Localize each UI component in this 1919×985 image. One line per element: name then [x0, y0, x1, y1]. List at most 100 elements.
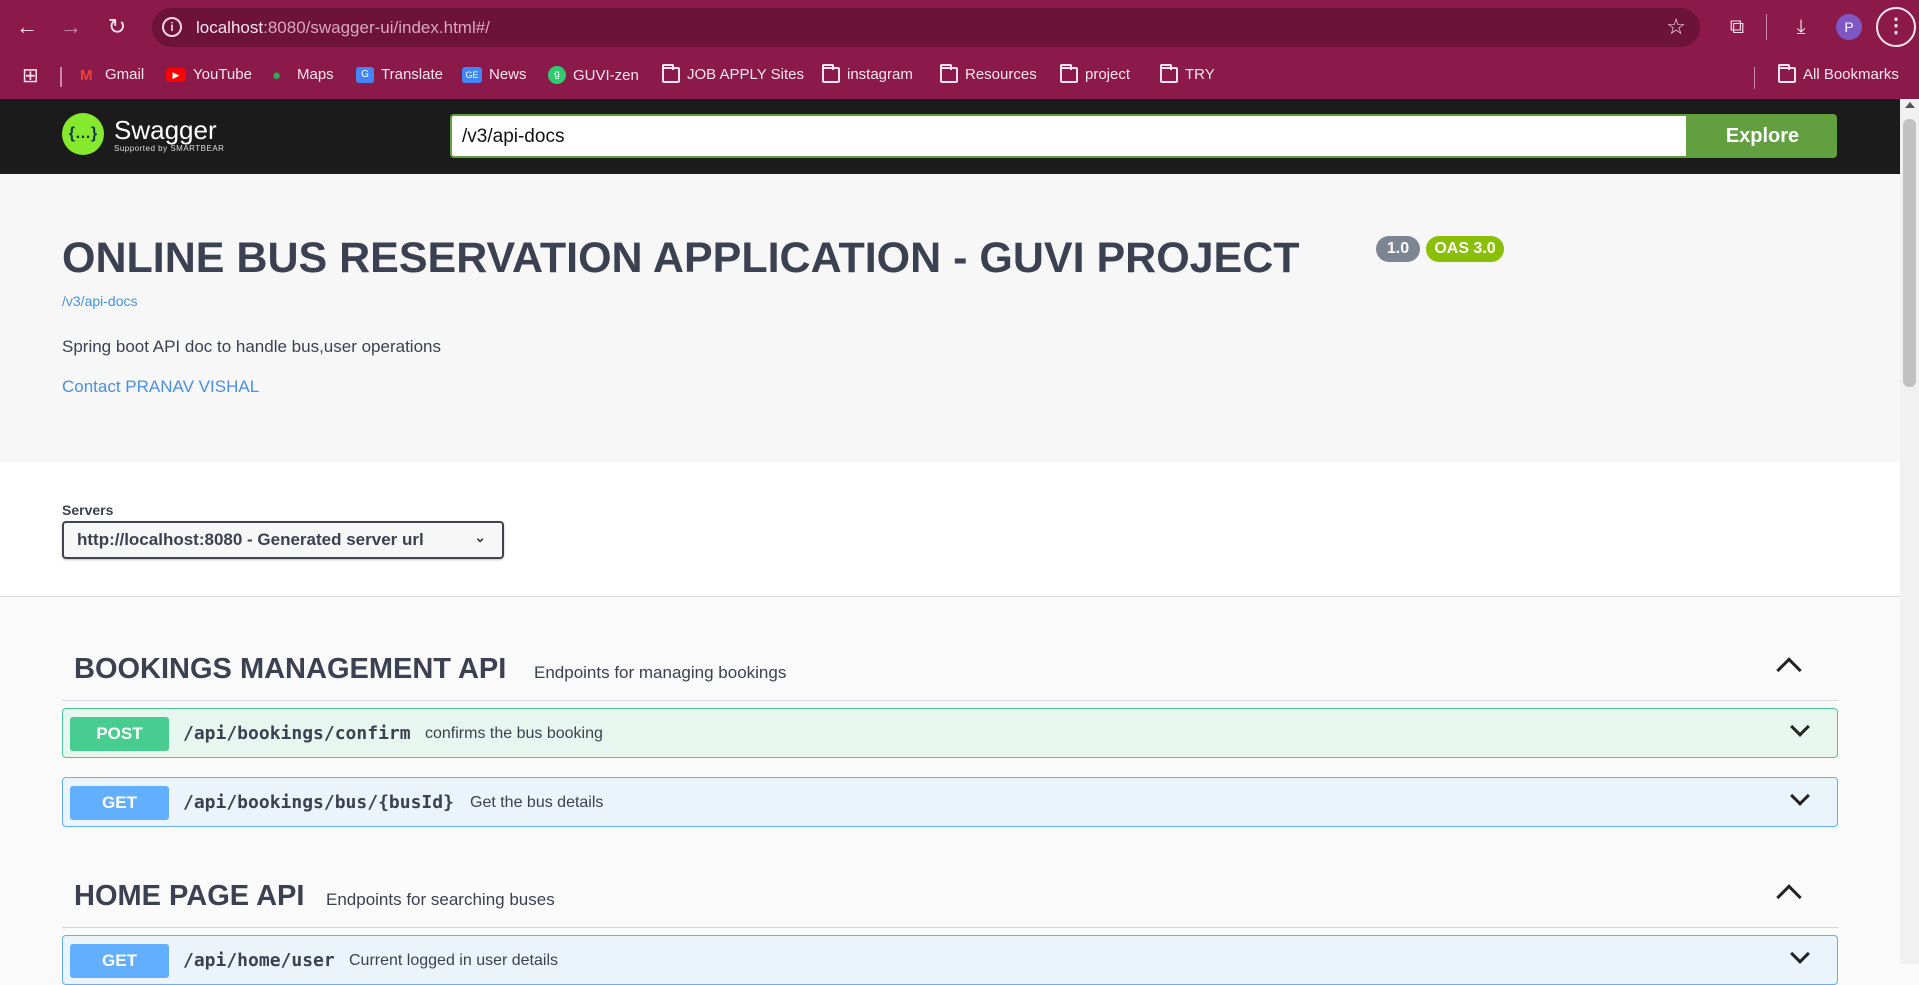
bookmark-translate[interactable]: G Translate: [356, 66, 443, 83]
reload-icon[interactable]: ↻: [102, 12, 132, 42]
tag-name: HOME PAGE API: [74, 880, 305, 912]
page-title: ONLINE BUS RESERVATION APPLICATION - GUV…: [62, 234, 1300, 282]
bookmark-label: Gmail: [105, 66, 145, 83]
method-badge: GET: [70, 944, 169, 978]
bookmark-guvi[interactable]: g GUVI-zen: [548, 66, 639, 84]
operation-path: /api/home/user: [183, 950, 335, 971]
download-icon[interactable]: ⤓: [1786, 12, 1816, 42]
bookmark-label: GUVI-zen: [573, 66, 639, 84]
toolbar-divider: [1766, 14, 1767, 40]
servers-select[interactable]: http://localhost:8080 - Generated server…: [62, 521, 504, 559]
site-info-icon[interactable]: i: [162, 17, 182, 37]
operation-post-confirm[interactable]: POST /api/bookings/confirm confirms the …: [62, 708, 1838, 758]
bookmark-label: instagram: [847, 66, 913, 83]
tag-description: Endpoints for searching buses: [326, 890, 555, 909]
operation-summary: Current logged in user details: [349, 952, 559, 969]
swagger-topbar: {…} Swagger Supported by SMARTBEAR /v3/a…: [0, 99, 1900, 174]
oas-badge: OAS 3.0: [1426, 236, 1504, 262]
bookmark-star-icon[interactable]: ☆: [1666, 14, 1686, 40]
tag-description: Endpoints for managing bookings: [534, 663, 787, 682]
logo-text: Swagger: [114, 114, 217, 145]
back-icon[interactable]: ←: [12, 12, 42, 42]
servers-selected-value: http://localhost:8080 - Generated server…: [77, 530, 424, 549]
folder-icon: [940, 63, 958, 83]
tag-bookings-management[interactable]: BOOKINGS MANAGEMENT API Endpoints for ma…: [62, 637, 1838, 701]
chevron-down-icon[interactable]: [1790, 786, 1810, 806]
bookmark-label: Resources: [965, 66, 1037, 83]
address-bar[interactable]: i localhost:8080/swagger-ui/index.html#/…: [152, 8, 1700, 47]
bookmark-gmail[interactable]: M Gmail: [80, 66, 145, 84]
bookmarks-divider: [60, 67, 62, 87]
servers-label: Servers: [62, 502, 114, 518]
chevron-up-icon[interactable]: [1776, 884, 1802, 910]
bookmarks-bar: ⊞ M Gmail ▶ YouTube ● Maps G Translate GE New…: [0, 55, 1919, 99]
url-text[interactable]: localhost:8080/swagger-ui/index.html#/: [196, 18, 490, 38]
bookmark-youtube[interactable]: ▶ YouTube: [166, 66, 252, 83]
swagger-logo[interactable]: {…} Swagger Supported by SMARTBEAR: [62, 113, 224, 155]
api-info: ONLINE BUS RESERVATION APPLICATION - GUV…: [0, 174, 1900, 462]
operation-summary: Get the bus details: [470, 794, 604, 811]
bookmark-label: News: [489, 66, 527, 83]
browser-menu-icon[interactable]: ⋮: [1876, 7, 1916, 47]
tag-name: BOOKINGS MANAGEMENT API: [74, 653, 507, 685]
logo-subtext: Supported by SMARTBEAR: [114, 143, 225, 153]
bookmark-news[interactable]: GE News: [462, 66, 527, 83]
all-bookmarks-label: All Bookmarks: [1803, 66, 1899, 83]
method-badge: GET: [70, 786, 169, 820]
url-path: :8080/swagger-ui/index.html#/: [263, 18, 490, 37]
operation-path: /api/bookings/confirm: [183, 723, 411, 744]
url-host: localhost: [196, 18, 264, 37]
chevron-down-icon[interactable]: [1790, 717, 1810, 737]
bookmark-folder-try[interactable]: TRY: [1160, 63, 1215, 83]
scroll-up-icon[interactable]: [1905, 102, 1915, 108]
contact-link[interactable]: Contact PRANAV VISHAL: [62, 377, 259, 397]
version-badge: 1.0: [1376, 236, 1420, 262]
forward-icon[interactable]: →: [56, 12, 86, 42]
bookmark-label: project: [1085, 66, 1131, 83]
operation-get-home-user[interactable]: GET /api/home/user Current logged in use…: [62, 935, 1838, 985]
folder-icon: [1160, 63, 1178, 83]
method-badge: POST: [70, 717, 169, 751]
bookmark-folder-project[interactable]: project: [1060, 63, 1131, 83]
bookmark-folder-job[interactable]: JOB APPLY Sites: [662, 63, 805, 83]
bookmark-label: JOB APPLY Sites: [687, 66, 805, 83]
gmail-icon: M: [80, 66, 93, 84]
bookmark-maps[interactable]: ● Maps: [272, 66, 334, 84]
bookmark-label: YouTube: [193, 66, 252, 83]
bookmarks-divider: [1754, 67, 1755, 89]
all-bookmarks-button[interactable]: All Bookmarks: [1778, 63, 1899, 83]
chevron-up-icon[interactable]: [1776, 657, 1802, 683]
tag-home-page[interactable]: HOME PAGE API Endpoints for searching bu…: [62, 864, 1838, 928]
news-icon: GE: [462, 66, 482, 83]
bookmark-label: TRY: [1185, 66, 1215, 83]
api-description: Spring boot API doc to handle bus,user o…: [62, 337, 441, 356]
bookmark-label: Maps: [297, 66, 334, 83]
bookmark-folder-resources[interactable]: Resources: [940, 63, 1037, 83]
scroll-thumb[interactable]: [1903, 119, 1916, 387]
guvi-icon: g: [548, 66, 566, 84]
swagger-logo-icon: {…}: [62, 113, 104, 155]
spec-link[interactable]: /v3/api-docs: [62, 293, 137, 309]
explore-button[interactable]: Explore: [1688, 114, 1837, 158]
maps-icon: ●: [272, 66, 282, 84]
folder-icon: [1060, 63, 1078, 83]
operation-path: /api/bookings/bus/{busId}: [183, 792, 454, 813]
operation-summary: confirms the bus booking: [425, 725, 603, 742]
spec-url-input[interactable]: /v3/api-docs: [450, 114, 1688, 158]
browser-toolbar: ← → ↻ i localhost:8080/swagger-ui/index.…: [0, 0, 1919, 55]
folder-icon: [1778, 63, 1796, 83]
bookmark-folder-instagram[interactable]: instagram: [822, 63, 913, 83]
bookmark-label: Translate: [381, 66, 443, 83]
chevron-down-icon[interactable]: [1790, 944, 1810, 964]
chevron-down-icon: ⌄: [474, 529, 486, 545]
folder-icon: [822, 63, 840, 83]
apps-grid-icon[interactable]: ⊞: [22, 63, 39, 88]
page-scrollbar[interactable]: [1900, 99, 1919, 964]
profile-avatar[interactable]: P: [1836, 14, 1862, 40]
youtube-icon: ▶: [166, 67, 186, 82]
servers-section: Servers http://localhost:8080 - Generate…: [0, 462, 1900, 597]
translate-icon: G: [356, 66, 374, 83]
folder-icon: [662, 63, 680, 83]
operation-get-bus[interactable]: GET /api/bookings/bus/{busId} Get the bu…: [62, 777, 1838, 827]
extensions-icon[interactable]: ⧉: [1722, 12, 1752, 42]
